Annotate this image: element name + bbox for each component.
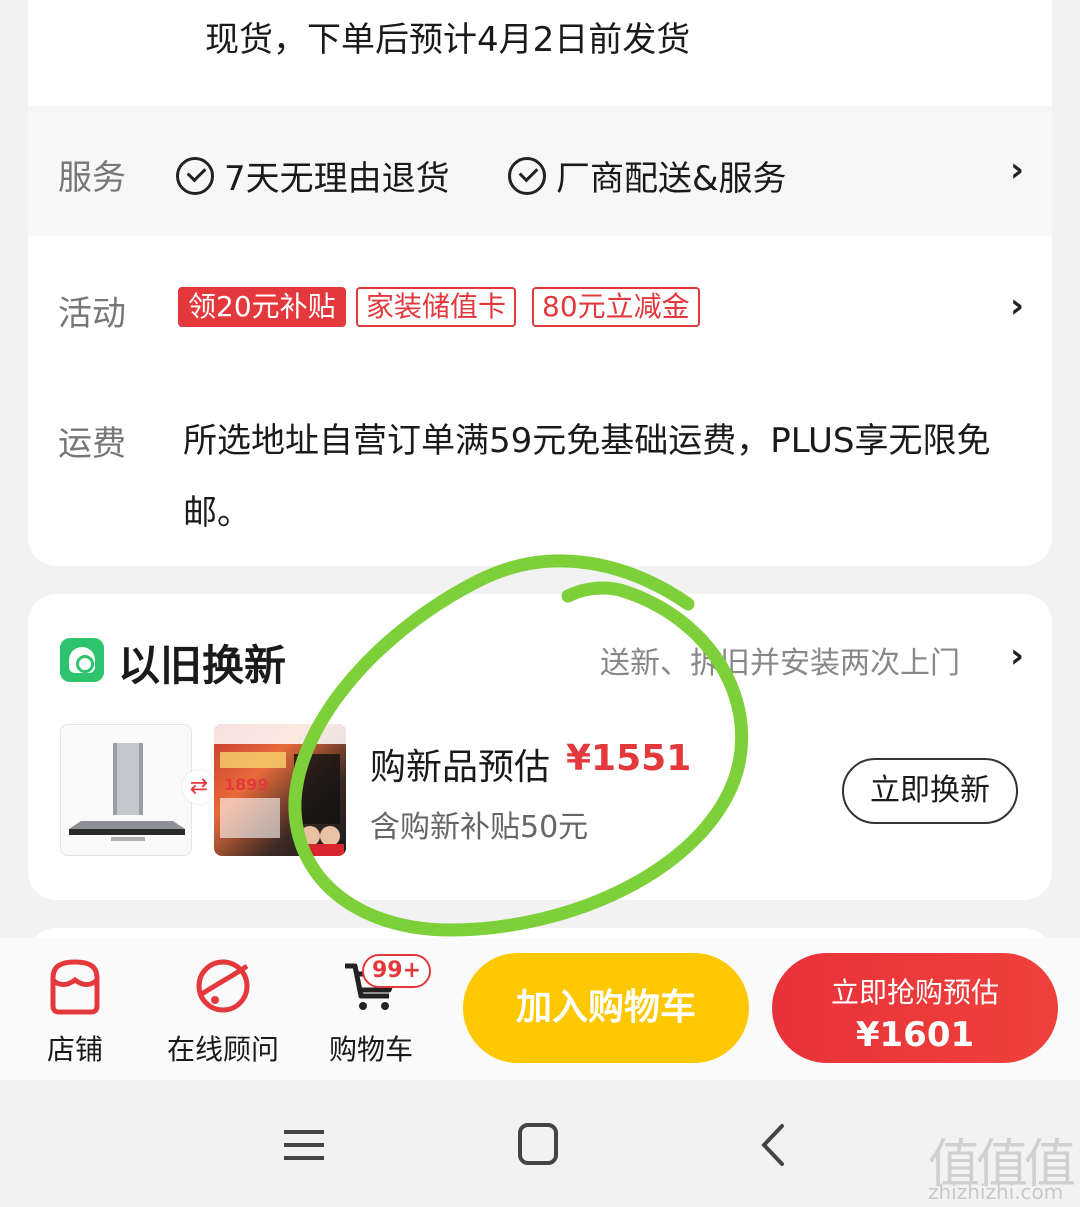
trade-in-note[interactable]: 送新、拆旧并安装两次上门 <box>600 638 960 682</box>
old-product-thumbnail <box>60 724 192 856</box>
chevron-right-icon[interactable]: › <box>1010 150 1024 190</box>
promo-tag-instant-discount[interactable]: 80元立减金 <box>532 287 700 327</box>
service-item-return: 7天无理由退货 <box>176 151 450 200</box>
service-label: 服务 <box>58 158 126 198</box>
consult-label: 在线顾问 <box>166 1033 279 1066</box>
swap-icon: ⇄ <box>182 770 216 804</box>
buy-now-button[interactable]: 立即抢购预估 ¥1601 <box>772 953 1058 1063</box>
store-label: 店铺 <box>46 1033 103 1066</box>
delivery-estimate: 现货，下单后预计4月2日前发货 <box>205 20 691 60</box>
new-product-thumbnail: 1899 <box>214 724 346 856</box>
consult-icon <box>196 959 250 1013</box>
bottom-action-bar: 店铺 在线顾问 购物车 99+ 加入购物车 立即抢购预估 ¥1601 <box>0 938 1080 1080</box>
chevron-right-icon[interactable]: › <box>1010 636 1024 676</box>
new-thumb-price: 1899 <box>224 775 269 794</box>
system-nav-bar <box>0 1080 1080 1207</box>
buy-now-label: 立即抢购预估 <box>830 976 999 1009</box>
service-item-label: 7天无理由退货 <box>224 159 450 199</box>
cart-count-badge: 99+ <box>362 954 432 988</box>
estimate-label: 购新品预估 <box>370 747 551 788</box>
add-to-cart-button[interactable]: 加入购物车 <box>463 953 749 1063</box>
watermark-text: zhizhizhi.com <box>928 1180 1064 1204</box>
back-icon[interactable] <box>744 1120 804 1170</box>
subsidy-text: 含购新补贴50元 <box>370 810 589 845</box>
store-button[interactable]: 店铺 <box>10 938 140 1080</box>
shipping-text: 所选地址自营订单满59元免基础运费，PLUS享无限免邮。 <box>183 421 991 533</box>
product-info-card: 现货，下单后预计4月2日前发货 服务 7天无理由退货 厂商配送&服务 › 活动 … <box>28 0 1052 566</box>
shipping-label: 运费 <box>58 424 126 464</box>
check-circle-icon <box>176 156 214 195</box>
promo-tag-stored-value[interactable]: 家装储值卡 <box>356 287 517 327</box>
chevron-right-icon[interactable]: › <box>1010 286 1024 326</box>
home-icon[interactable] <box>508 1120 568 1170</box>
check-circle-icon <box>508 156 546 195</box>
store-icon <box>50 959 100 1015</box>
promo-tag-subsidy[interactable]: 领20元补贴 <box>178 287 346 327</box>
menu-icon[interactable] <box>274 1120 334 1170</box>
estimate-price: ¥1551 <box>566 738 692 779</box>
consult-button[interactable]: 在线顾问 <box>158 938 288 1080</box>
trade-in-button[interactable]: 立即换新 <box>842 758 1018 824</box>
service-item-delivery: 厂商配送&服务 <box>508 151 787 200</box>
service-item-label: 厂商配送&服务 <box>556 159 787 199</box>
trade-in-icon <box>60 638 104 682</box>
trade-in-title: 以旧换新 <box>118 641 287 690</box>
activity-label: 活动 <box>58 294 126 334</box>
trade-in-card: 以旧换新 送新、拆旧并安装两次上门 › ⇄ 1899 购新品预估 ¥1551 含… <box>28 594 1052 900</box>
service-row[interactable]: 服务 7天无理由退货 厂商配送&服务 › <box>28 106 1052 236</box>
cart-label: 购物车 <box>328 1033 413 1066</box>
buy-now-price: ¥1601 <box>855 1015 975 1055</box>
